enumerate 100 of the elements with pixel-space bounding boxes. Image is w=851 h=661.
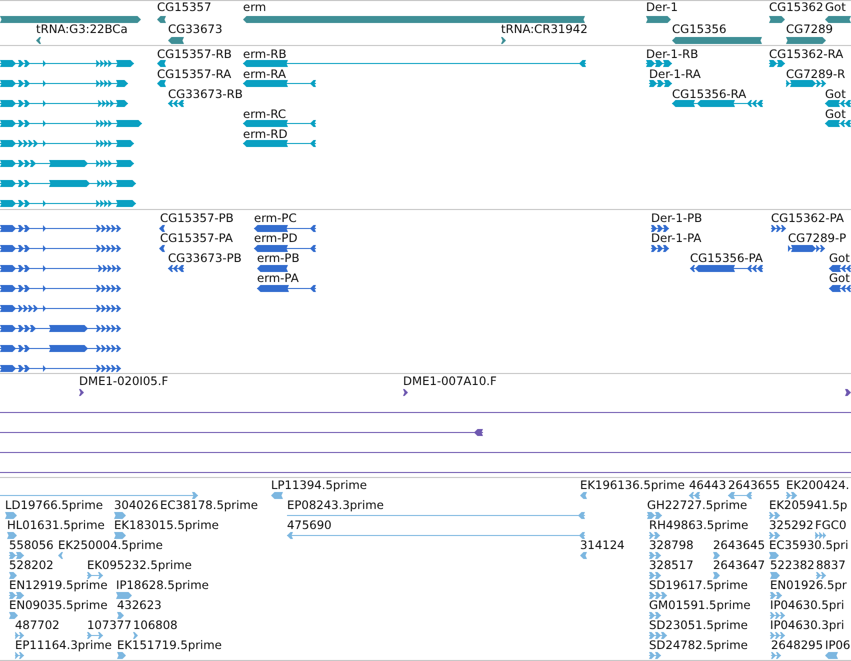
transcript-glyph[interactable] <box>243 60 586 67</box>
clone-end-glyph[interactable] <box>79 389 84 396</box>
est-glyph[interactable] <box>0 492 198 499</box>
clone-end-glyph[interactable] <box>845 389 851 396</box>
est-glyph[interactable] <box>825 652 838 659</box>
protein-glyph[interactable] <box>257 285 316 292</box>
est-glyph[interactable] <box>287 512 585 519</box>
gene-bar[interactable] <box>501 37 506 44</box>
est-glyph[interactable] <box>689 492 700 499</box>
est-glyph[interactable] <box>580 492 587 499</box>
protein-glyph[interactable] <box>651 225 669 232</box>
est-glyph[interactable] <box>9 572 17 579</box>
gene-bar[interactable] <box>36 37 41 44</box>
protein-glyph[interactable] <box>159 245 165 252</box>
est-glyph[interactable] <box>271 492 283 499</box>
transcript-glyph[interactable] <box>0 80 128 87</box>
gene-bar[interactable] <box>157 16 166 23</box>
gene-bar[interactable] <box>0 16 141 23</box>
est-glyph[interactable] <box>816 572 826 579</box>
transcript-glyph[interactable] <box>243 140 316 147</box>
transcript-glyph[interactable] <box>825 120 851 127</box>
gene-bar[interactable] <box>646 16 671 23</box>
est-glyph[interactable] <box>114 532 126 539</box>
protein-glyph[interactable] <box>159 225 165 232</box>
clone-end-glyph[interactable] <box>0 429 483 436</box>
est-glyph[interactable] <box>7 532 17 539</box>
transcript-glyph[interactable] <box>157 80 166 87</box>
est-glyph[interactable] <box>9 612 18 619</box>
est-glyph[interactable] <box>117 652 126 659</box>
protein-glyph[interactable] <box>257 265 288 272</box>
est-glyph[interactable] <box>649 632 667 639</box>
est-glyph[interactable] <box>769 512 780 519</box>
est-glyph[interactable] <box>770 572 780 579</box>
protein-glyph[interactable] <box>0 345 121 352</box>
est-glyph[interactable] <box>770 612 785 619</box>
transcript-glyph[interactable] <box>672 100 763 107</box>
est-glyph[interactable] <box>649 592 667 599</box>
protein-glyph[interactable] <box>651 245 669 252</box>
est-glyph[interactable] <box>769 552 779 559</box>
est-glyph[interactable] <box>9 552 24 559</box>
est-glyph[interactable] <box>728 492 752 499</box>
est-glyph[interactable] <box>649 572 661 579</box>
est-glyph[interactable] <box>771 652 781 659</box>
transcript-glyph[interactable] <box>0 100 128 107</box>
est-glyph[interactable] <box>287 532 585 539</box>
est-glyph[interactable] <box>786 492 797 499</box>
protein-glyph[interactable] <box>0 365 121 372</box>
gene-bar[interactable] <box>769 16 785 23</box>
transcript-glyph[interactable] <box>0 140 134 147</box>
est-glyph[interactable] <box>133 632 138 639</box>
est-glyph[interactable] <box>647 512 662 519</box>
protein-glyph[interactable] <box>0 245 121 252</box>
transcript-glyph[interactable] <box>0 160 134 167</box>
est-glyph[interactable] <box>769 532 780 539</box>
protein-glyph[interactable] <box>0 325 121 332</box>
protein-glyph[interactable] <box>829 265 851 272</box>
est-glyph[interactable] <box>87 572 103 579</box>
est-glyph[interactable] <box>713 572 720 579</box>
protein-glyph[interactable] <box>254 225 316 232</box>
est-glyph[interactable] <box>815 532 826 539</box>
clone-end-glyph[interactable] <box>403 389 408 396</box>
gene-bar[interactable] <box>672 37 762 44</box>
transcript-glyph[interactable] <box>769 60 785 67</box>
est-glyph[interactable] <box>713 552 720 559</box>
est-glyph[interactable] <box>15 652 24 659</box>
transcript-glyph[interactable] <box>168 100 184 107</box>
est-glyph[interactable] <box>5 512 17 519</box>
protein-glyph[interactable] <box>690 265 763 272</box>
protein-glyph[interactable] <box>0 265 121 272</box>
est-glyph[interactable] <box>87 632 103 639</box>
transcript-glyph[interactable] <box>649 80 672 87</box>
transcript-glyph[interactable] <box>243 120 316 127</box>
transcript-glyph[interactable] <box>646 60 672 67</box>
est-glyph[interactable] <box>770 592 782 599</box>
transcript-glyph[interactable] <box>0 180 136 187</box>
est-glyph[interactable] <box>117 612 124 619</box>
protein-glyph[interactable] <box>0 285 121 292</box>
transcript-glyph[interactable] <box>157 60 166 67</box>
transcript-glyph[interactable] <box>243 80 316 87</box>
est-glyph[interactable] <box>116 592 132 599</box>
est-glyph[interactable] <box>9 592 24 599</box>
protein-glyph[interactable] <box>168 265 184 272</box>
protein-glyph[interactable] <box>788 245 825 252</box>
protein-glyph[interactable] <box>771 225 786 232</box>
gene-bar[interactable] <box>825 16 851 23</box>
gene-bar[interactable] <box>786 37 826 44</box>
est-glyph[interactable] <box>649 652 661 659</box>
transcript-glyph[interactable] <box>0 60 134 67</box>
transcript-glyph[interactable] <box>0 200 136 207</box>
protein-glyph[interactable] <box>0 225 121 232</box>
est-glyph[interactable] <box>15 632 24 639</box>
est-glyph[interactable] <box>649 612 661 619</box>
protein-glyph[interactable] <box>829 285 851 292</box>
transcript-glyph[interactable] <box>0 120 142 127</box>
protein-glyph[interactable] <box>0 305 121 312</box>
protein-glyph[interactable] <box>254 245 316 252</box>
est-glyph[interactable] <box>580 552 587 559</box>
est-glyph[interactable] <box>649 532 660 539</box>
est-glyph[interactable] <box>770 632 785 639</box>
est-glyph[interactable] <box>649 552 661 559</box>
